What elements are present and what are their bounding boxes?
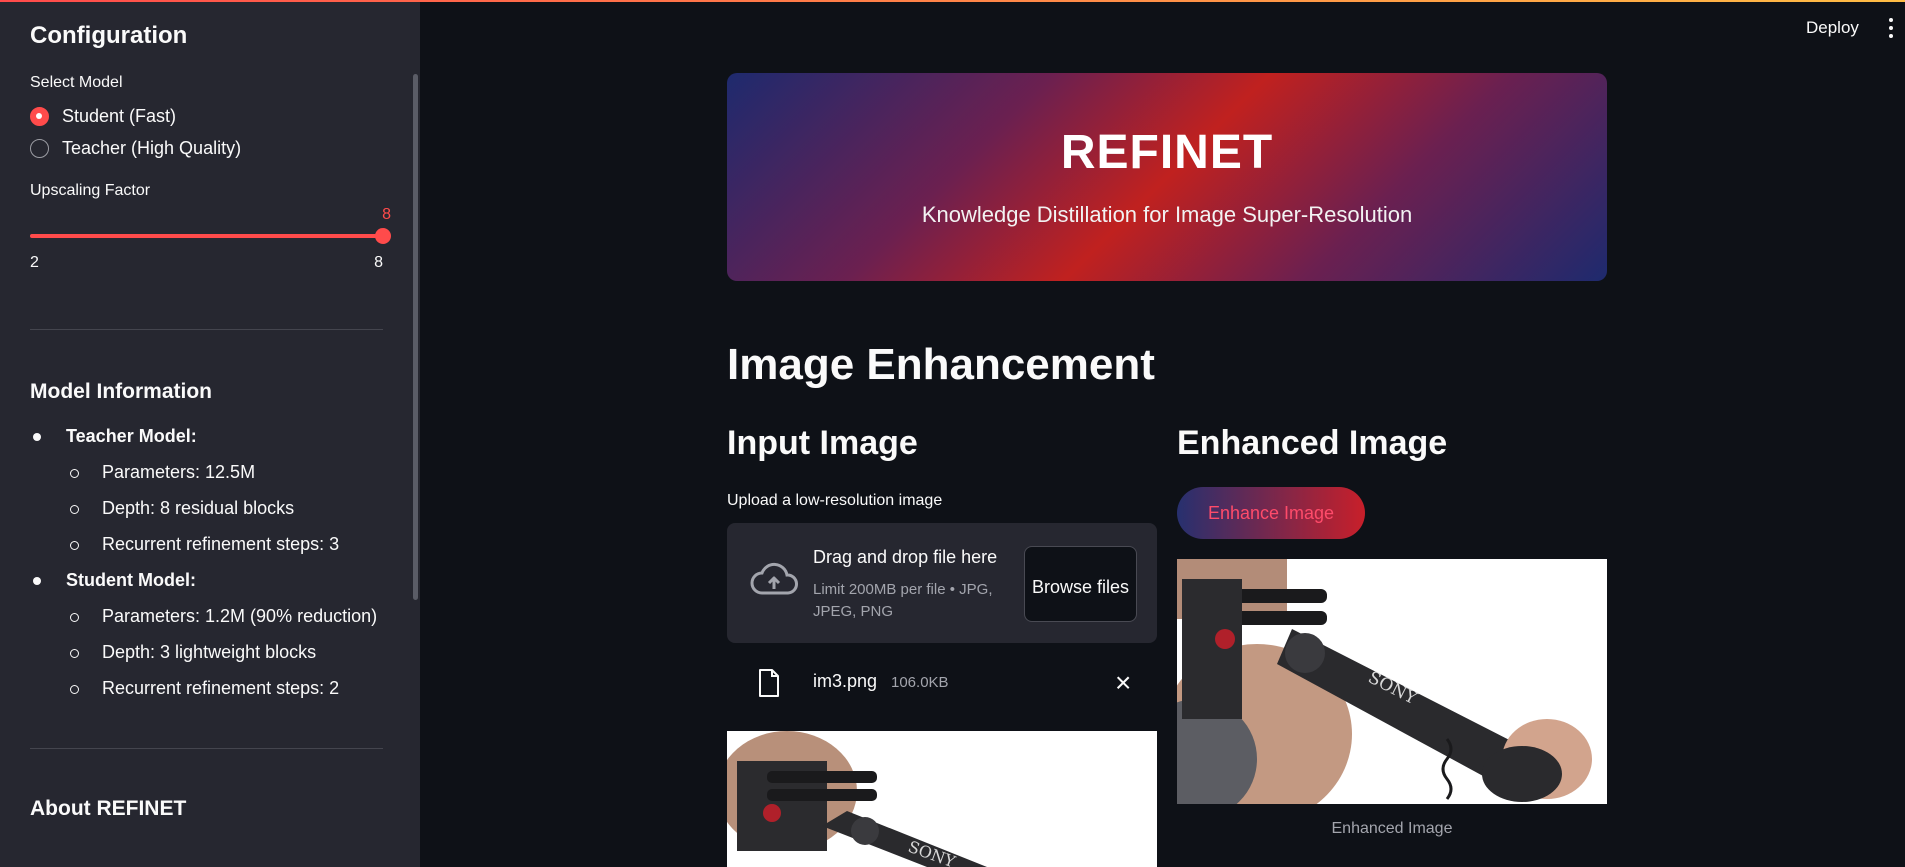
dropzone-limit: Limit 200MB per file • JPG, JPEG, PNG <box>813 581 993 620</box>
about-title: About REFINET <box>30 797 187 820</box>
enhance-image-button[interactable]: Enhance Image <box>1177 487 1365 539</box>
enhanced-image: SONY <box>1177 559 1607 804</box>
list-item: Depth: 3 lightweight blocks <box>30 634 383 670</box>
list-item: Recurrent refinement steps: 2 <box>30 670 383 706</box>
uploaded-file: im3.png 106.0KB × <box>727 660 1157 704</box>
sidebar: Configuration Select Model Student (Fast… <box>0 0 420 867</box>
cloud-upload-icon <box>750 562 798 595</box>
radio-teacher[interactable]: Teacher (High Quality) <box>30 132 383 164</box>
radio-student[interactable]: Student (Fast) <box>30 100 383 132</box>
radio-unselected-icon <box>30 138 49 158</box>
close-icon[interactable]: × <box>1115 667 1131 699</box>
input-heading: Input Image <box>727 424 918 462</box>
radio-selected-icon <box>30 106 49 126</box>
list-item: Teacher Model: <box>30 418 383 454</box>
model-select-label: Select Model <box>30 74 123 91</box>
slider-value: 8 <box>382 206 391 223</box>
file-name: im3.png <box>813 671 878 691</box>
dropzone-title: Drag and drop file here <box>813 547 998 567</box>
slider-thumb[interactable] <box>375 228 391 244</box>
model-info-list: Teacher Model: Parameters: 12.5M Depth: … <box>30 418 383 706</box>
hero-subtitle: Knowledge Distillation for Image Super-R… <box>921 202 1413 227</box>
model-info-title: Model Information <box>30 380 212 403</box>
hero-title: REFINET <box>1060 126 1274 179</box>
header-decoration <box>0 0 1905 2</box>
hero-banner: REFINET Knowledge Distillation for Image… <box>727 73 1607 281</box>
list-item: Parameters: 12.5M <box>30 454 383 490</box>
radio-teacher-label: Teacher (High Quality) <box>62 137 242 158</box>
deploy-button[interactable]: Deploy <box>1806 18 1859 38</box>
list-item: Student Model: <box>30 562 383 598</box>
radio-student-label: Student (Fast) <box>62 105 177 126</box>
model-radio-group: Student (Fast) Teacher (High Quality) <box>30 100 383 164</box>
list-item: Parameters: 1.2M (90% reduction) <box>30 598 383 634</box>
file-size: 106.0KB <box>891 674 949 691</box>
divider <box>30 748 383 749</box>
divider <box>30 329 383 330</box>
upscale-slider[interactable]: 8 2 8 <box>30 206 391 276</box>
sidebar-title: Configuration <box>30 22 188 49</box>
browse-files-button[interactable]: Browse files <box>1024 546 1137 622</box>
enhanced-heading: Enhanced Image <box>1177 424 1448 462</box>
slider-max: 8 <box>374 254 383 271</box>
input-image-preview: SONY <box>727 731 1157 867</box>
page-title: Image Enhancement <box>727 340 1155 389</box>
slider-min: 2 <box>30 254 39 271</box>
file-dropzone[interactable]: Drag and drop file here Limit 200MB per … <box>727 523 1157 643</box>
upload-label: Upload a low-resolution image <box>727 492 943 509</box>
list-item: Recurrent refinement steps: 3 <box>30 526 383 562</box>
slider-track[interactable] <box>30 234 383 238</box>
list-item: Depth: 8 residual blocks <box>30 490 383 526</box>
kebab-menu-icon[interactable] <box>1888 18 1894 38</box>
enhanced-image-caption: Enhanced Image <box>1331 820 1453 837</box>
upscale-label: Upscaling Factor <box>30 182 151 199</box>
file-icon <box>759 669 779 697</box>
sidebar-scrollbar[interactable] <box>413 74 418 600</box>
